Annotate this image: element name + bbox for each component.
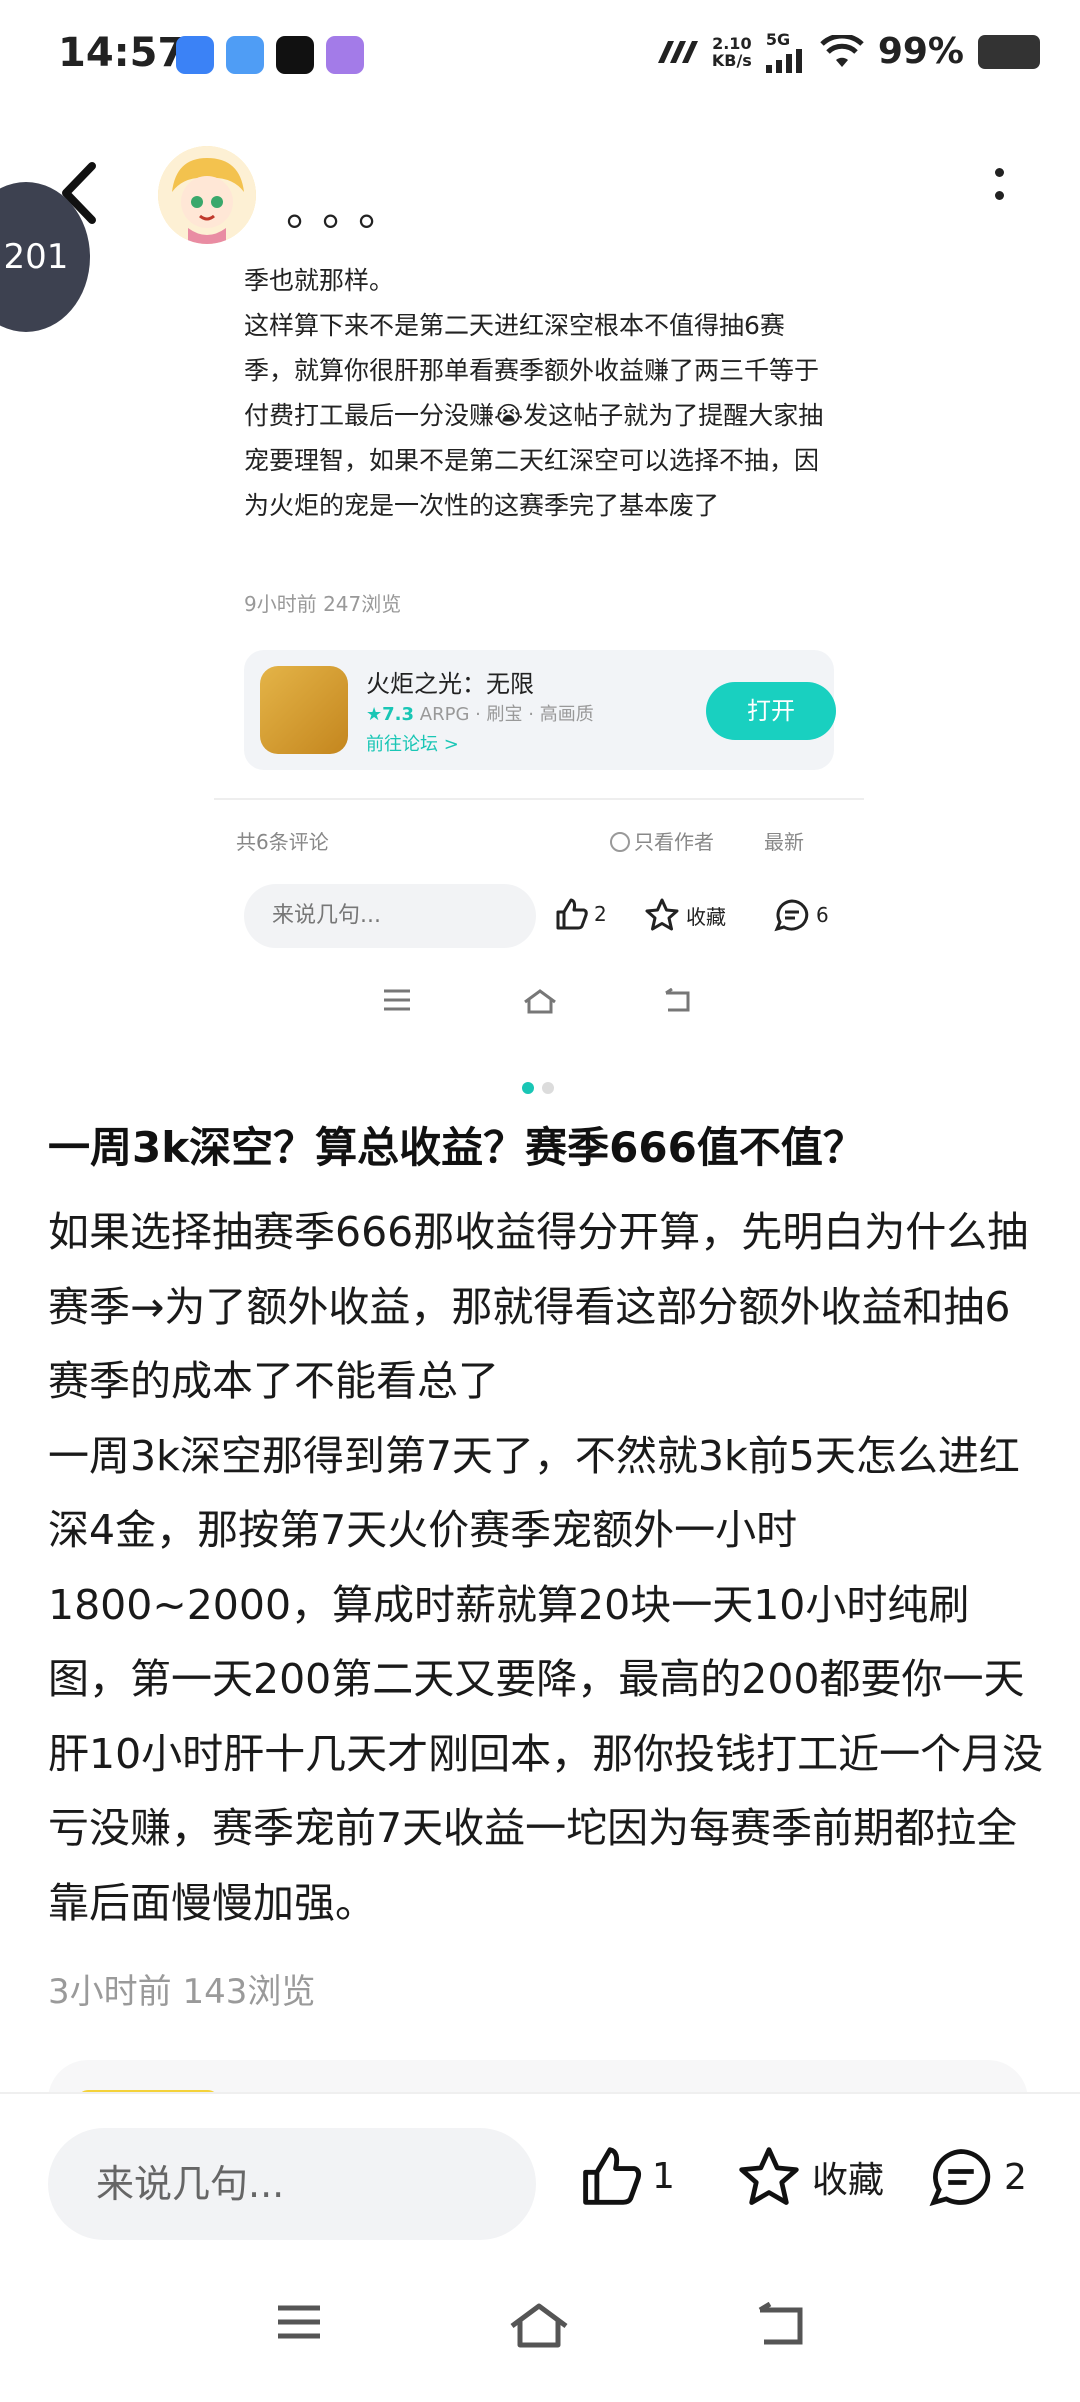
network-speed-value: 2.10 — [712, 33, 752, 53]
comment-icon — [929, 2149, 991, 2207]
app-notification-icon — [176, 36, 214, 74]
image-comments-count: 共6条评论 — [236, 830, 329, 854]
menu-nav-button[interactable] — [274, 2302, 324, 2342]
comment-count: 2 — [1004, 2156, 1027, 2198]
network-type: 5G — [765, 30, 791, 49]
post-image[interactable]: 季也就那样。 这样算下来不是第二天进红深空根本不值得抽6赛季，就算你很肝那单看赛… — [214, 258, 864, 1066]
image-favorite-label: 收藏 — [686, 904, 726, 929]
image-back-nav-icon — [665, 988, 690, 1012]
star-icon — [645, 898, 679, 931]
podcast-app-icon — [326, 36, 364, 74]
star-icon — [739, 2147, 799, 2205]
image-game-forum-link: 前往论坛 > — [366, 734, 459, 755]
home-nav-button[interactable] — [508, 2302, 570, 2348]
image-like-count: 2 — [594, 902, 607, 926]
image-divider — [214, 798, 864, 800]
carousel-dot-active — [522, 1082, 534, 1094]
image-game-rating: ★7.3 ARPG · 刷宝 · 高画质 — [366, 700, 594, 726]
image-sort-newest: 最新 — [764, 830, 804, 854]
cell-signal: 5G — [765, 30, 806, 73]
anime-avatar-icon — [158, 146, 256, 244]
comment-input[interactable]: 来说几句... — [48, 2128, 536, 2240]
signal-icon — [765, 49, 802, 73]
image-home-icon — [524, 989, 556, 1014]
comment-button[interactable]: 2 — [928, 2146, 1027, 2208]
image-game-open-button: 打开 — [706, 682, 836, 740]
image-like: 2 — [554, 898, 607, 930]
image-post-text: 季也就那样。 这样算下来不是第二天进红深空根本不值得抽6赛季，就算你很肝那单看赛… — [244, 266, 824, 520]
image-game-name: 火炬之光：无限 — [366, 670, 534, 698]
post-title: 一周3k深空？算总收益？赛季666值不值？ — [48, 1123, 865, 1172]
image-game-tags: ARPG · 刷宝 · 高画质 — [419, 704, 594, 725]
network-speed: 2.10 KB/s — [712, 35, 752, 69]
image-game-card: 火炬之光：无限 ★7.3 ARPG · 刷宝 · 高画质 前往论坛 > 打开 — [244, 650, 836, 770]
battery-icon — [978, 34, 1040, 69]
more-options-button[interactable] — [984, 162, 1014, 222]
bottom-action-bar: 来说几句... 1 收藏 2 — [0, 2092, 1080, 2402]
game-logo-icon — [260, 666, 348, 754]
image-counter-text: 201 — [3, 237, 69, 277]
like-count: 1 — [652, 2155, 675, 2197]
thumbs-up-icon — [556, 898, 588, 930]
like-button[interactable]: 1 — [578, 2146, 675, 2206]
image-carousel-indicator — [522, 1082, 554, 1094]
carousel-dot — [542, 1082, 554, 1094]
video-app-icon — [276, 36, 314, 74]
image-only-author: 只看作者 — [610, 826, 714, 855]
author-name[interactable]: 。。。 — [286, 174, 416, 238]
back-nav-button[interactable] — [754, 2302, 806, 2346]
comment-icon — [774, 899, 809, 932]
image-comment-count: 6 — [816, 903, 829, 927]
nfc-icon — [657, 40, 698, 63]
post-header: 。。。 — [0, 140, 1080, 250]
image-favorite: 收藏 — [644, 898, 726, 932]
author-avatar[interactable] — [158, 146, 256, 244]
status-time: 14:57 — [58, 30, 186, 76]
image-comment-input: 来说几句... — [244, 884, 536, 948]
image-game-score: ★7.3 — [366, 704, 415, 725]
network-speed-unit: KB/s — [711, 50, 752, 70]
image-post-meta: 9小时前 247浏览 — [244, 592, 402, 616]
cloud-app-icon — [226, 36, 264, 74]
wifi-icon — [820, 34, 864, 67]
status-indicators: 2.10 KB/s 5G 99% — [656, 30, 1040, 73]
thumbs-up-icon — [583, 2147, 642, 2205]
status-bar: 14:57 2.10 KB/s 5G 99% — [0, 0, 1080, 110]
post-body: 如果选择抽赛季666那收益得分开算，先明白为什么抽赛季→为了额外收益，那就得看这… — [48, 1208, 1044, 1927]
favorite-label: 收藏 — [812, 2160, 885, 2201]
image-menu-icon — [384, 989, 410, 1011]
battery-percent: 99% — [877, 31, 964, 72]
post-meta: 3小时前 143浏览 — [48, 1972, 316, 2012]
notification-icons — [176, 36, 364, 74]
image-comment: 6 — [774, 898, 829, 932]
favorite-button[interactable]: 收藏 — [736, 2146, 884, 2208]
